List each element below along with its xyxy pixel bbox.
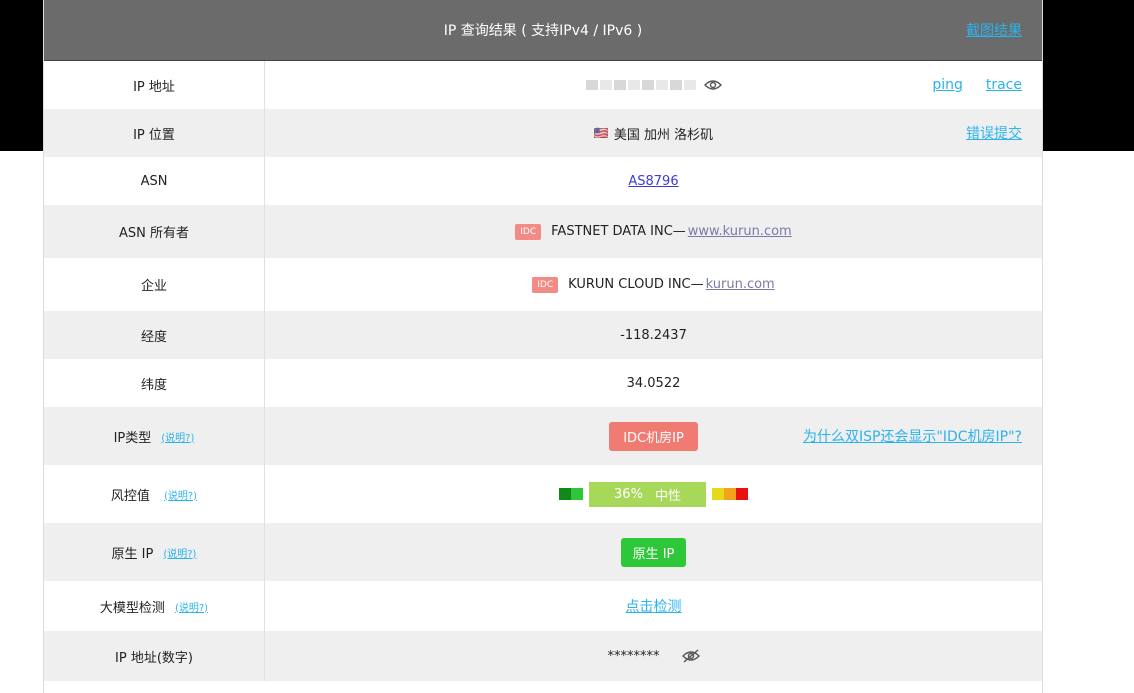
enterprise-name: KURUN CLOUD INC— <box>568 277 704 292</box>
row-enterprise: 企业 IDC KURUN CLOUD INC— kurun.com <box>44 258 1042 311</box>
llm-check-label: 大模型检测 <box>99 600 165 616</box>
asn-owner-domain-link[interactable]: www.kurun.com <box>688 224 792 239</box>
result-panel: IP 查询结果 ( 支持IPv4 / IPv6 ) 截图结果 IP 地址 pin… <box>43 0 1043 693</box>
longitude-label: 经度 <box>44 311 265 359</box>
latitude-label: 纬度 <box>44 359 265 407</box>
risk-help-link[interactable]: (说明?) <box>164 487 197 502</box>
row-ip-location: IP 位置 🇺🇸 美国 加州 洛杉矶 错误提交 <box>44 109 1042 157</box>
risk-seg-dark-green <box>559 488 571 500</box>
ip-type-help-link[interactable]: (说明?) <box>161 429 194 444</box>
us-flag-icon: 🇺🇸 <box>593 126 609 140</box>
asn-link[interactable]: AS8796 <box>628 174 678 189</box>
risk-level: 中性 <box>654 488 681 504</box>
risk-label: 风控值 <box>110 488 150 504</box>
row-asn-owner: ASN 所有者 IDC FASTNET DATA INC— www.kurun.… <box>44 205 1042 258</box>
ip-type-value: IDC机房IP 为什么双ISP还会显示"IDC机房IP"? <box>265 407 1042 465</box>
row-ip-type: IP类型 (说明?) IDC机房IP 为什么双ISP还会显示"IDC机房IP"? <box>44 407 1042 465</box>
llm-check-value: 点击检测 <box>265 581 1042 631</box>
native-ip-help-link[interactable]: (说明?) <box>163 545 196 560</box>
panel-header: IP 查询结果 ( 支持IPv4 / IPv6 ) 截图结果 <box>44 0 1042 61</box>
row-llm-check: 大模型检测 (说明?) 点击检测 <box>44 581 1042 631</box>
ip-address-label: IP 地址 <box>44 61 265 109</box>
asn-owner-label: ASN 所有者 <box>44 205 265 258</box>
ip-numeric-masked: ******** <box>607 648 660 664</box>
ip-numeric-label: IP 地址(数字) <box>44 631 265 681</box>
eye-off-icon[interactable] <box>681 648 700 664</box>
trace-link[interactable]: trace <box>986 77 1022 93</box>
idc-badge: IDC <box>532 276 559 293</box>
asn-value-cell: AS8796 <box>265 157 1042 205</box>
risk-percent: 36% <box>614 486 643 502</box>
row-longitude: 经度 -118.2437 <box>44 311 1042 359</box>
llm-check-help-link[interactable]: (说明?) <box>175 599 208 614</box>
llm-check-label-cell: 大模型检测 (说明?) <box>44 581 265 631</box>
native-ip-label-cell: 原生 IP (说明?) <box>44 523 265 581</box>
idc-badge: IDC <box>515 223 542 240</box>
risk-scale: 36% 中性 <box>559 481 748 507</box>
native-ip-value: 原生 IP <box>265 523 1042 581</box>
asn-owner-name: FASTNET DATA INC— <box>551 224 686 239</box>
risk-seg-red <box>736 488 748 500</box>
row-asn: ASN AS8796 <box>44 157 1042 205</box>
enterprise-label: 企业 <box>44 258 265 311</box>
native-ip-badge: 原生 IP <box>620 537 687 567</box>
risk-seg-green <box>571 488 583 500</box>
masked-ip <box>585 80 696 90</box>
risk-seg-orange <box>724 488 736 500</box>
native-ip-label: 原生 IP <box>111 546 154 562</box>
risk-value: 36% 中性 <box>265 465 1042 523</box>
risk-label-cell: 风控值 (说明?) <box>44 465 265 523</box>
ping-link[interactable]: ping <box>932 77 963 93</box>
ip-type-label-cell: IP类型 (说明?) <box>44 407 265 465</box>
why-idc-link[interactable]: 为什么双ISP还会显示"IDC机房IP"? <box>803 426 1022 446</box>
asn-owner-value: IDC FASTNET DATA INC— www.kurun.com <box>265 205 1042 258</box>
row-native-ip: 原生 IP (说明?) 原生 IP <box>44 523 1042 581</box>
report-error-link[interactable]: 错误提交 <box>966 123 1022 143</box>
row-ip-numeric: IP 地址(数字) ******** <box>44 631 1042 681</box>
ip-type-label: IP类型 <box>113 430 152 446</box>
asn-label: ASN <box>44 157 265 205</box>
ip-numeric-value: ******** <box>265 631 1042 681</box>
enterprise-value: IDC KURUN CLOUD INC— kurun.com <box>265 258 1042 311</box>
longitude-value: -118.2437 <box>620 327 687 343</box>
row-ip-address: IP 地址 ping trace <box>44 61 1042 109</box>
eye-icon[interactable] <box>703 79 722 91</box>
location-text: 美国 加州 洛杉矶 <box>613 127 714 143</box>
risk-seg-yellow <box>712 488 724 500</box>
row-risk: 风控值 (说明?) 36% 中性 <box>44 465 1042 523</box>
enterprise-domain-link[interactable]: kurun.com <box>706 277 775 292</box>
ip-address-value: ping trace <box>265 61 1042 109</box>
latitude-value: 34.0522 <box>626 375 681 391</box>
idc-ip-badge: IDC机房IP <box>609 421 698 451</box>
risk-meter: 36% 中性 <box>589 481 706 507</box>
ip-location-value: 🇺🇸 美国 加州 洛杉矶 错误提交 <box>265 109 1042 157</box>
page-title: IP 查询结果 ( 支持IPv4 / IPv6 ) <box>443 23 643 39</box>
click-detect-link[interactable]: 点击检测 <box>626 596 682 616</box>
row-latitude: 纬度 34.0522 <box>44 359 1042 407</box>
screenshot-result-link[interactable]: 截图结果 <box>966 0 1022 60</box>
ip-location-label: IP 位置 <box>44 109 265 157</box>
